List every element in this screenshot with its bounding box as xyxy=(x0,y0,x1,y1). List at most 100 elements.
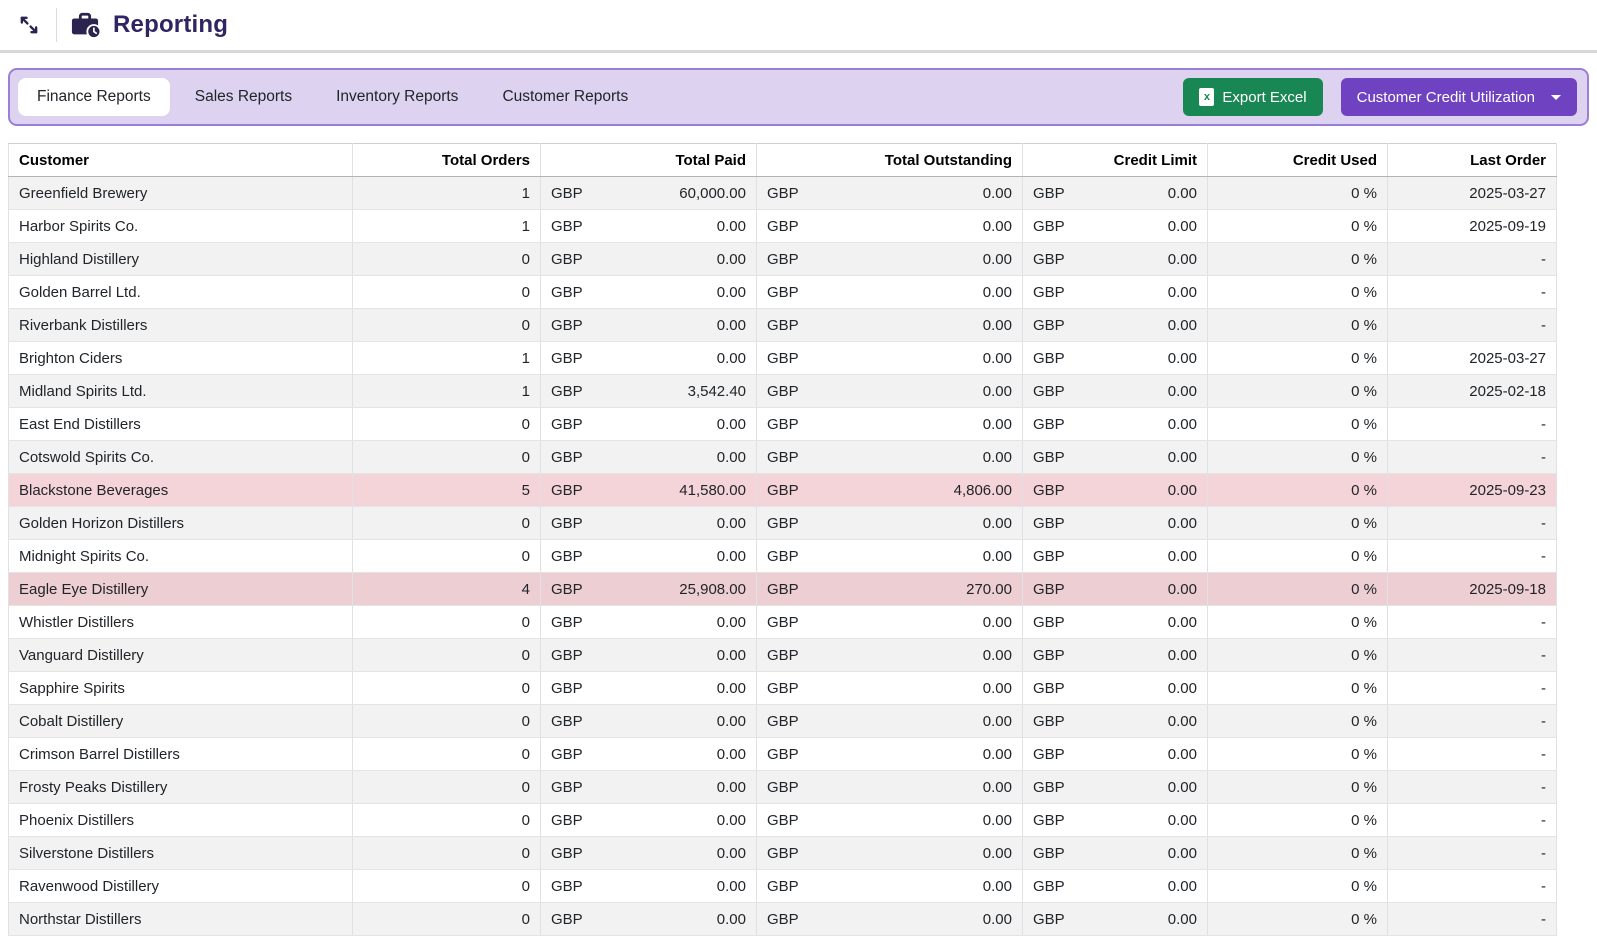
cell-customer: Cotswold Spirits Co. xyxy=(9,441,353,474)
cell-customer: Brighton Ciders xyxy=(9,342,353,375)
cell-last-order: - xyxy=(1388,837,1557,870)
cell-credit-limit: GBP0.00 xyxy=(1023,771,1208,804)
amount-value: 0.00 xyxy=(1168,350,1197,367)
cell-total-paid: GBP41,580.00 xyxy=(541,474,757,507)
amount-value: 3,542.40 xyxy=(688,383,746,400)
amount-value: 0.00 xyxy=(983,713,1012,730)
currency-code: GBP xyxy=(767,482,799,499)
column-header-total-orders: Total Orders xyxy=(353,144,541,177)
expand-icon[interactable] xyxy=(12,8,46,42)
table-row-golden-horizon-distillers[interactable]: Golden Horizon Distillers0GBP0.00GBP0.00… xyxy=(9,507,1557,540)
cell-total-orders: 0 xyxy=(353,408,541,441)
table-row-riverbank-distillers[interactable]: Riverbank Distillers0GBP0.00GBP0.00GBP0.… xyxy=(9,309,1557,342)
amount-value: 0.00 xyxy=(1168,548,1197,565)
table-row-east-end-distillers[interactable]: East End Distillers0GBP0.00GBP0.00GBP0.0… xyxy=(9,408,1557,441)
currency-code: GBP xyxy=(551,614,583,631)
tab-customer-reports[interactable]: Customer Reports xyxy=(483,78,647,116)
table-row-frosty-peaks-distillery[interactable]: Frosty Peaks Distillery0GBP0.00GBP0.00GB… xyxy=(9,771,1557,804)
cell-credit-limit: GBP0.00 xyxy=(1023,903,1208,936)
export-excel-button[interactable]: x Export Excel xyxy=(1183,78,1322,116)
table-row-ravenwood-distillery[interactable]: Ravenwood Distillery0GBP0.00GBP0.00GBP0.… xyxy=(9,870,1557,903)
table-row-highland-distillery[interactable]: Highland Distillery0GBP0.00GBP0.00GBP0.0… xyxy=(9,243,1557,276)
amount-value: 0.00 xyxy=(1168,647,1197,664)
table-row-cotswold-spirits-co[interactable]: Cotswold Spirits Co.0GBP0.00GBP0.00GBP0.… xyxy=(9,441,1557,474)
currency-code: GBP xyxy=(1033,713,1065,730)
table-row-phoenix-distillers[interactable]: Phoenix Distillers0GBP0.00GBP0.00GBP0.00… xyxy=(9,804,1557,837)
cell-customer: Phoenix Distillers xyxy=(9,804,353,837)
amount-value: 0.00 xyxy=(717,284,746,301)
cell-last-order: - xyxy=(1388,606,1557,639)
cell-last-order: - xyxy=(1388,903,1557,936)
currency-code: GBP xyxy=(767,449,799,466)
currency-code: GBP xyxy=(1033,812,1065,829)
currency-code: GBP xyxy=(551,647,583,664)
currency-code: GBP xyxy=(1033,845,1065,862)
amount-value: 25,908.00 xyxy=(679,581,746,598)
cell-customer: Frosty Peaks Distillery xyxy=(9,771,353,804)
cell-customer: Silverstone Distillers xyxy=(9,837,353,870)
currency-code: GBP xyxy=(767,680,799,697)
customer-credit-utilization-dropdown[interactable]: Customer Credit Utilization xyxy=(1341,78,1577,116)
cell-last-order: 2025-09-19 xyxy=(1388,210,1557,243)
table-row-brighton-ciders[interactable]: Brighton Ciders1GBP0.00GBP0.00GBP0.000 %… xyxy=(9,342,1557,375)
table-row-whistler-distillers[interactable]: Whistler Distillers0GBP0.00GBP0.00GBP0.0… xyxy=(9,606,1557,639)
amount-value: 0.00 xyxy=(1168,218,1197,235)
amount-value: 0.00 xyxy=(717,449,746,466)
table-row-silverstone-distillers[interactable]: Silverstone Distillers0GBP0.00GBP0.00GBP… xyxy=(9,837,1557,870)
cell-customer: Crimson Barrel Distillers xyxy=(9,738,353,771)
table-body: Greenfield Brewery1GBP60,000.00GBP0.00GB… xyxy=(9,177,1557,936)
table-row-cobalt-distillery[interactable]: Cobalt Distillery0GBP0.00GBP0.00GBP0.000… xyxy=(9,705,1557,738)
amount-value: 0.00 xyxy=(983,218,1012,235)
cell-credit-limit: GBP0.00 xyxy=(1023,540,1208,573)
amount-value: 41,580.00 xyxy=(679,482,746,499)
column-header-credit-limit: Credit Limit xyxy=(1023,144,1208,177)
amount-value: 0.00 xyxy=(983,317,1012,334)
cell-total-orders: 0 xyxy=(353,738,541,771)
table-row-northstar-distillers[interactable]: Northstar Distillers0GBP0.00GBP0.00GBP0.… xyxy=(9,903,1557,936)
cell-credit-limit: GBP0.00 xyxy=(1023,837,1208,870)
cell-last-order: - xyxy=(1388,408,1557,441)
amount-value: 0.00 xyxy=(717,746,746,763)
cell-credit-limit: GBP0.00 xyxy=(1023,342,1208,375)
cell-total-orders: 1 xyxy=(353,177,541,210)
cell-total-paid: GBP0.00 xyxy=(541,804,757,837)
tab-sales-reports[interactable]: Sales Reports xyxy=(176,78,311,116)
table-row-harbor-spirits-co[interactable]: Harbor Spirits Co.1GBP0.00GBP0.00GBP0.00… xyxy=(9,210,1557,243)
tab-inventory-reports[interactable]: Inventory Reports xyxy=(317,78,477,116)
cell-credit-limit: GBP0.00 xyxy=(1023,507,1208,540)
amount-value: 270.00 xyxy=(966,581,1012,598)
amount-value: 0.00 xyxy=(717,350,746,367)
table-row-crimson-barrel-distillers[interactable]: Crimson Barrel Distillers0GBP0.00GBP0.00… xyxy=(9,738,1557,771)
cell-credit-used: 0 % xyxy=(1208,276,1388,309)
table-row-eagle-eye-distillery[interactable]: Eagle Eye Distillery4GBP25,908.00GBP270.… xyxy=(9,573,1557,606)
currency-code: GBP xyxy=(551,449,583,466)
table-row-greenfield-brewery[interactable]: Greenfield Brewery1GBP60,000.00GBP0.00GB… xyxy=(9,177,1557,210)
cell-last-order: - xyxy=(1388,870,1557,903)
table-row-midland-spirits-ltd[interactable]: Midland Spirits Ltd.1GBP3,542.40GBP0.00G… xyxy=(9,375,1557,408)
table-row-sapphire-spirits[interactable]: Sapphire Spirits0GBP0.00GBP0.00GBP0.000 … xyxy=(9,672,1557,705)
amount-value: 0.00 xyxy=(717,548,746,565)
table-row-blackstone-beverages[interactable]: Blackstone Beverages5GBP41,580.00GBP4,80… xyxy=(9,474,1557,507)
currency-code: GBP xyxy=(551,218,583,235)
amount-value: 0.00 xyxy=(983,515,1012,532)
cell-credit-used: 0 % xyxy=(1208,573,1388,606)
currency-code: GBP xyxy=(767,548,799,565)
table-row-golden-barrel-ltd[interactable]: Golden Barrel Ltd.0GBP0.00GBP0.00GBP0.00… xyxy=(9,276,1557,309)
report-tabs: Finance ReportsSales ReportsInventory Re… xyxy=(18,78,647,116)
currency-code: GBP xyxy=(1033,614,1065,631)
cell-total-outstanding: GBP0.00 xyxy=(757,903,1023,936)
cell-credit-limit: GBP0.00 xyxy=(1023,243,1208,276)
cell-credit-limit: GBP0.00 xyxy=(1023,408,1208,441)
amount-value: 0.00 xyxy=(717,713,746,730)
cell-total-paid: GBP25,908.00 xyxy=(541,573,757,606)
amount-value: 0.00 xyxy=(1168,251,1197,268)
table-row-vanguard-distillery[interactable]: Vanguard Distillery0GBP0.00GBP0.00GBP0.0… xyxy=(9,639,1557,672)
cell-credit-limit: GBP0.00 xyxy=(1023,474,1208,507)
currency-code: GBP xyxy=(1033,647,1065,664)
cell-credit-used: 0 % xyxy=(1208,639,1388,672)
table-row-midnight-spirits-co[interactable]: Midnight Spirits Co.0GBP0.00GBP0.00GBP0.… xyxy=(9,540,1557,573)
currency-code: GBP xyxy=(767,515,799,532)
tab-finance-reports[interactable]: Finance Reports xyxy=(18,78,170,116)
cell-total-orders: 0 xyxy=(353,540,541,573)
amount-value: 0.00 xyxy=(1168,515,1197,532)
